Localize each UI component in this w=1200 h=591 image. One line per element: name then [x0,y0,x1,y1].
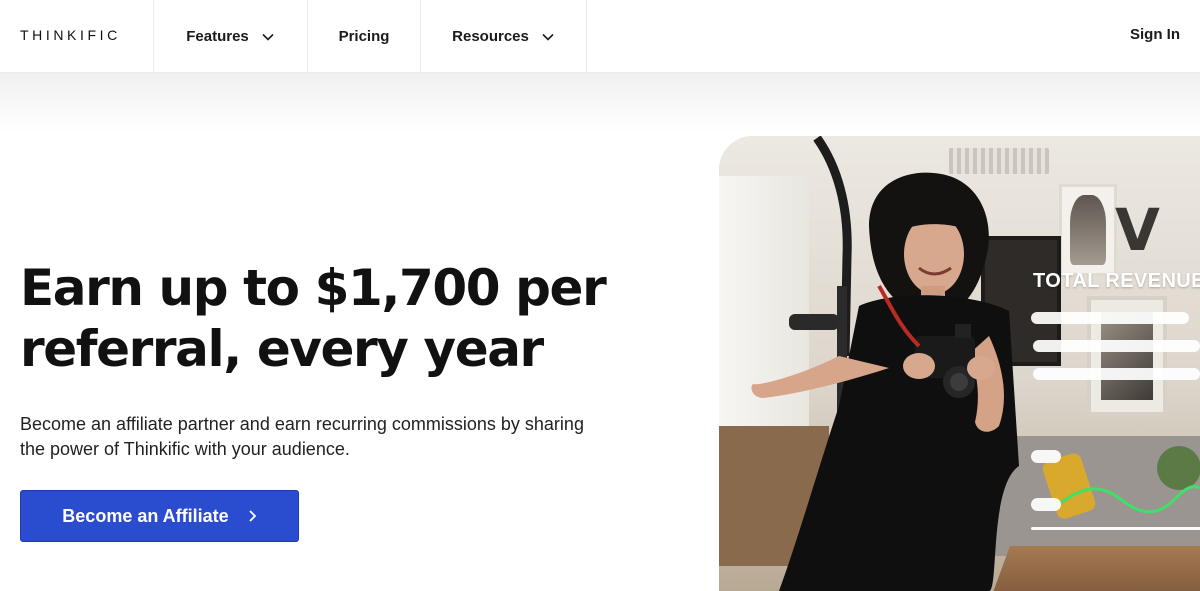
chevron-down-icon [262,33,274,41]
chevron-down-icon [542,33,554,41]
hero-image: V TOTAL REVENUE [719,136,1200,591]
chart-axis-pill [1031,498,1061,511]
hero-subtext: Become an affiliate partner and earn rec… [20,412,660,462]
hero-subtext-line2: the power of Thinkific with your audienc… [20,439,350,459]
chart-axis-pill [1031,450,1061,463]
chevron-right-icon [249,510,256,522]
nav-item-pricing[interactable]: Pricing [308,0,420,73]
nav-divider [586,0,587,73]
hero-headline: Earn up to $1,700 per referral, every ye… [20,258,700,380]
sign-in-link[interactable]: Sign In [1130,0,1180,68]
woman-with-camera-illustration [751,136,1200,591]
nav-item-pricing-label: Pricing [338,28,390,45]
nav-item-resources[interactable]: Resources [421,0,586,73]
nav-item-resources-label: Resources [452,28,529,45]
hero-headline-line1: Earn up to $1,700 per [20,259,607,317]
become-affiliate-button-label: Become an Affiliate [62,505,229,526]
top-navigation: THINKIFIC Features Pricing Resources Sig… [0,0,1200,73]
revenue-bar [1031,312,1189,324]
chart-baseline [1031,527,1200,530]
nav-item-features-label: Features [186,28,249,45]
thinkific-logo[interactable]: THINKIFIC [20,27,121,43]
hero-subtext-line1: Become an affiliate partner and earn rec… [20,414,584,434]
revenue-chart-line [1053,485,1200,514]
become-affiliate-button[interactable]: Become an Affiliate [20,490,299,542]
revenue-bar [1033,340,1200,352]
hero-headline-line2: referral, every year [20,320,544,378]
total-revenue-label: TOTAL REVENUE [1033,270,1200,292]
header-shadow [0,73,1200,133]
revenue-bar [1033,368,1200,380]
nav-item-features[interactable]: Features [154,0,307,73]
